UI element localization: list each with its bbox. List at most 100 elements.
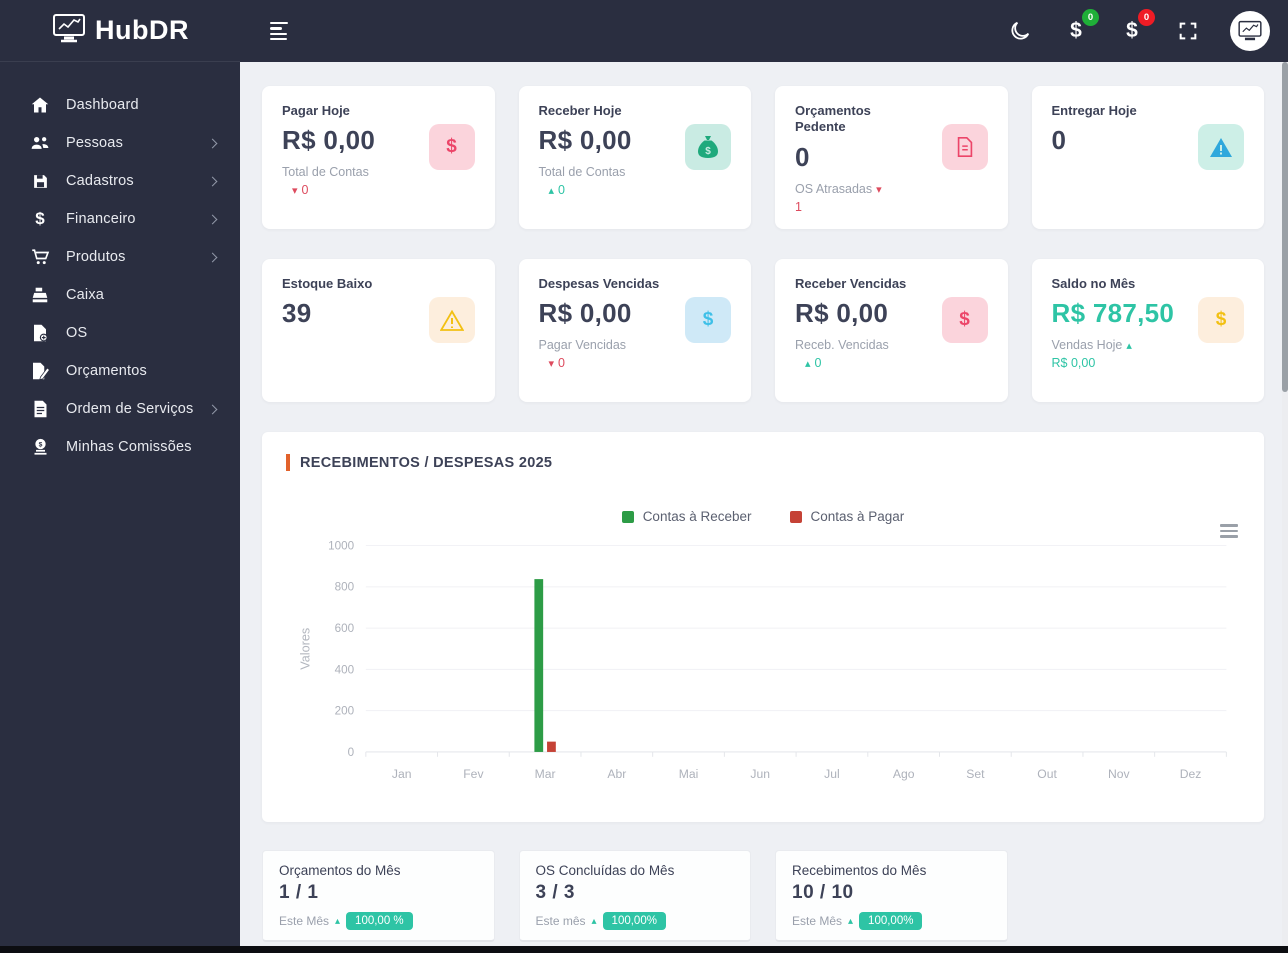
expand-icon xyxy=(1179,22,1197,40)
card-title: Estoque Baixo xyxy=(282,276,373,291)
sidebar-item-dashboard[interactable]: Dashboard xyxy=(0,86,240,124)
sidebar: HubDR Dashboard Pessoas Cadastros $ Fina… xyxy=(0,0,240,946)
mini-card-value: 3 / 3 xyxy=(535,882,575,903)
card-title: Pagar Hoje xyxy=(282,103,350,118)
chart-title: RECEBIMENTOS / DESPESAS 2025 xyxy=(300,454,553,471)
scrollbar-thumb[interactable] xyxy=(1282,62,1288,392)
svg-text:Jun: Jun xyxy=(750,767,770,781)
title-accent-bar xyxy=(286,454,290,471)
card-recebimentos-do-mes: Recebimentos do Mês 10 / 10 Este Mês ▴ 1… xyxy=(775,850,1008,942)
user-avatar[interactable] xyxy=(1230,11,1270,51)
sidebar-item-label: Orçamentos xyxy=(66,363,147,379)
sidebar-item-caixa[interactable]: Caixa xyxy=(0,276,240,314)
svg-text:Fev: Fev xyxy=(463,767,484,781)
save-icon xyxy=(30,171,50,191)
logo-text: HubDR xyxy=(95,15,189,45)
sidebar-item-label: Minhas Comissões xyxy=(66,439,192,455)
card-estoque-baixo: Estoque Baixo 39 xyxy=(262,259,495,402)
svg-text:Jan: Jan xyxy=(392,767,412,781)
sidebar-item-orcamentos[interactable]: Orçamentos xyxy=(0,352,240,390)
trend-up-icon: ▴ xyxy=(548,185,555,198)
card-sub-value: R$ 0,00 xyxy=(1051,356,1096,371)
svg-text:Nov: Nov xyxy=(1108,767,1131,781)
svg-text:800: 800 xyxy=(335,581,355,594)
svg-text:Set: Set xyxy=(966,767,985,781)
chevron-right-icon xyxy=(207,214,218,224)
dollar-icon: $ xyxy=(685,297,731,343)
card-sub-value: ▾ 0 xyxy=(292,183,309,198)
svg-text:Dez: Dez xyxy=(1180,767,1202,781)
sidebar-item-label: Dashboard xyxy=(66,97,139,113)
chevron-right-icon xyxy=(207,252,218,262)
mini-card-meta: Este Mês ▴ 100,00% xyxy=(792,912,991,930)
sidebar-item-minhas-comissoes[interactable]: $ Minhas Comissões xyxy=(0,428,240,466)
legend-item-pagar[interactable]: Contas à Pagar xyxy=(789,509,905,524)
svg-text:Mar: Mar xyxy=(535,767,556,781)
bottom-cards: Orçamentos do Mês 1 / 1 Este Mês ▴ 100,0… xyxy=(262,850,1264,942)
moon-icon xyxy=(1011,21,1030,40)
cart-icon xyxy=(30,247,50,267)
chart-legend: Contas à Receber Contas à Pagar xyxy=(286,509,1240,524)
money-bag-icon: $ xyxy=(685,124,731,170)
warning-icon xyxy=(428,297,475,343)
main-content: Pagar Hoje R$ 0,00 Total de Contas ▾ 0 $ … xyxy=(240,62,1282,946)
vertical-scrollbar[interactable] xyxy=(1282,62,1288,946)
svg-text:Abr: Abr xyxy=(607,767,626,781)
dollar-icon: $ xyxy=(1126,19,1138,42)
app-window: HubDR Dashboard Pessoas Cadastros $ Fina… xyxy=(0,0,1288,953)
chevron-right-icon xyxy=(207,404,218,414)
dark-mode-toggle[interactable] xyxy=(1006,17,1034,45)
sidebar-menu: Dashboard Pessoas Cadastros $ Financeiro xyxy=(0,86,240,466)
mini-card-title: Recebimentos do Mês xyxy=(792,863,927,878)
brand[interactable]: HubDR xyxy=(0,0,240,62)
card-title: Entregar Hoje xyxy=(1051,103,1137,118)
sidebar-item-cadastros[interactable]: Cadastros xyxy=(0,162,240,200)
chart-title-row: RECEBIMENTOS / DESPESAS 2025 xyxy=(286,454,1240,471)
card-title: Receber Vencidas xyxy=(795,276,907,291)
sidebar-item-pessoas[interactable]: Pessoas xyxy=(0,124,240,162)
sidebar-item-os[interactable]: OS xyxy=(0,314,240,352)
legend-label: Contas à Pagar xyxy=(810,509,905,524)
svg-text:Mai: Mai xyxy=(679,767,699,781)
sidebar-item-ordem-de-servicos[interactable]: Ordem de Serviços xyxy=(0,390,240,428)
card-title: Despesas Vencidas xyxy=(538,276,660,291)
sidebar-item-label: Produtos xyxy=(66,249,126,265)
chart-menu-button[interactable] xyxy=(1220,524,1238,538)
legend-label: Contas à Receber xyxy=(642,509,752,524)
sidebar-item-label: Financeiro xyxy=(66,211,136,227)
svg-text:Out: Out xyxy=(1037,767,1057,781)
sidebar-item-label: OS xyxy=(66,325,88,341)
svg-text:$: $ xyxy=(705,146,711,157)
card-os-concluidas-do-mes: OS Concluídas do Mês 3 / 3 Este mês ▴ 10… xyxy=(518,850,751,942)
card-despesas-vencidas: Despesas Vencidas R$ 0,00 Pagar Vencidas… xyxy=(518,259,751,402)
users-icon xyxy=(30,133,50,153)
legend-swatch-red xyxy=(789,510,802,523)
cash-register-icon xyxy=(30,285,50,305)
legend-swatch-green xyxy=(621,510,634,523)
svg-text:Jul: Jul xyxy=(824,767,840,781)
file-lines-icon xyxy=(30,399,50,419)
sidebar-item-financeiro[interactable]: $ Financeiro xyxy=(0,200,240,238)
svg-text:400: 400 xyxy=(335,663,355,676)
trend-up-icon: ▴ xyxy=(1126,340,1132,353)
mini-card-meta: Este Mês ▴ 100,00 % xyxy=(279,912,478,930)
card-receber-vencidas: Receber Vencidas R$ 0,00 Receb. Vencidas… xyxy=(775,259,1008,402)
dollar-icon: $ xyxy=(1070,19,1082,42)
stats-grid: Pagar Hoje R$ 0,00 Total de Contas ▾ 0 $ … xyxy=(262,86,1264,402)
sidebar-item-produtos[interactable]: Produtos xyxy=(0,238,240,276)
fullscreen-button[interactable] xyxy=(1174,17,1202,45)
svg-text:0: 0 xyxy=(348,746,355,759)
chevron-right-icon xyxy=(207,138,218,148)
dollar-icon: $ xyxy=(1198,297,1244,343)
mini-card-title: Orçamentos do Mês xyxy=(279,863,401,878)
topbar-actions: $ 0 $ 0 xyxy=(1006,9,1288,51)
trend-up-icon: ▴ xyxy=(805,358,811,371)
card-saldo-no-mes: Saldo no Mês R$ 787,50 Vendas Hoje ▴ R$ 0… xyxy=(1031,259,1264,402)
payables-notifications-button[interactable]: $ 0 xyxy=(1118,9,1155,45)
card-sub-label: OS Atrasadas ▾ xyxy=(795,181,882,196)
svg-text:Ago: Ago xyxy=(893,767,915,781)
legend-item-receber[interactable]: Contas à Receber xyxy=(621,509,752,524)
commission-icon: $ xyxy=(30,437,50,457)
sidebar-toggle-button[interactable] xyxy=(270,21,288,41)
receivables-notifications-button[interactable]: $ 0 xyxy=(1062,9,1099,45)
